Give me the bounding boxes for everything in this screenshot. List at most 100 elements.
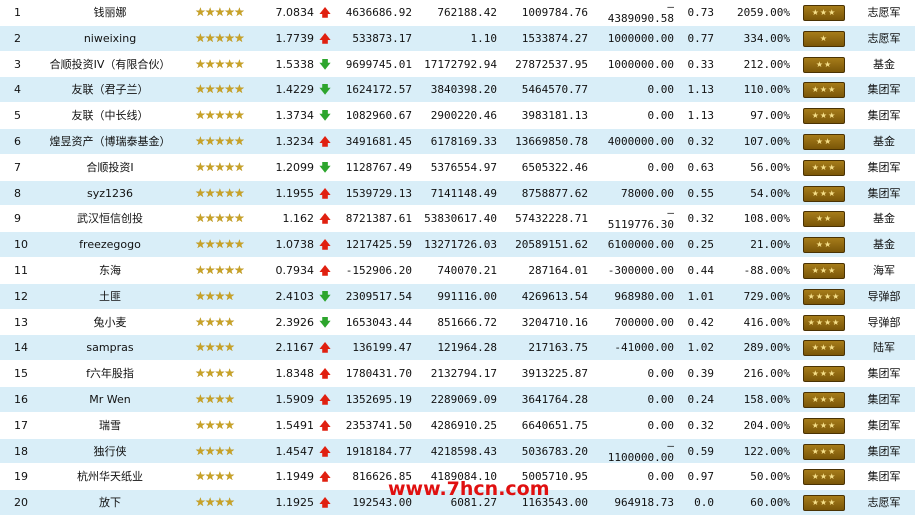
value-cell: 1163543.00: [521, 496, 588, 510]
score-cell: 1.7739: [275, 31, 315, 45]
rating-stars: ★★★★★: [195, 159, 245, 174]
table-row[interactable]: 5 友联（中长线） ★★★★★ 1.3734 🡇 1082960.67 2900220.46…: [0, 103, 915, 129]
value-cell: 1000000.00: [607, 57, 674, 71]
table-row[interactable]: 6 煌昱资产（博瑞泰基金） ★★★★★ 1.3234 🡅 3491681.45 617816…: [0, 128, 915, 155]
value-cell: 700000.00: [614, 315, 674, 329]
badge-stars-icon: ★★★: [803, 82, 845, 99]
value-cell: 1653043.44: [345, 315, 412, 329]
badge-stars-icon: ★★★: [803, 159, 845, 176]
ratio-cell: 1.01: [687, 289, 715, 303]
name-link[interactable]: niweixing: [30, 26, 190, 52]
name-link[interactable]: sampras: [30, 335, 190, 361]
value-cell: 0.00: [647, 83, 675, 97]
value-cell: -300000.00: [607, 263, 674, 277]
value-cell: 533873.17: [352, 31, 412, 45]
score-cell: 1.1949: [275, 470, 315, 484]
table-row[interactable]: 20 放下 ★★★★ 1.1925 🡅 192543.00 6081.27 1163543.0…: [0, 490, 915, 516]
type-cell: 集团军: [867, 367, 901, 381]
name-link[interactable]: 友联（中长线）: [30, 103, 190, 129]
table-row[interactable]: 3 合顺投资IV（有限合伙） ★★★★★ 1.5338 🡇 9699745.01 17172…: [0, 51, 915, 78]
value-cell: 5376554.97: [430, 160, 497, 174]
name-link[interactable]: 瑞雪: [30, 413, 190, 439]
arrow-down-icon: 🡇: [319, 109, 331, 123]
percent-cell: 107.00%: [743, 134, 790, 148]
type-cell: 集团军: [867, 444, 901, 458]
value-cell: 20589151.62: [515, 238, 588, 252]
rank-badge: ★★★: [803, 413, 847, 439]
type-cell: 导弹部: [867, 315, 901, 329]
value-cell: 0.00: [647, 160, 675, 174]
table-row[interactable]: 13 兔小麦 ★★★★ 2.3926 🡇 1653043.44 851666.72 32047…: [0, 309, 915, 336]
name-link[interactable]: Mr Wen: [30, 387, 190, 413]
percent-cell: 122.00%: [743, 444, 790, 458]
value-cell: 2289069.09: [430, 392, 497, 406]
percent-cell: 21.00%: [750, 238, 790, 252]
arrow-up-icon: 🡅: [319, 212, 331, 226]
ratio-cell: 0.55: [687, 186, 715, 200]
badge-stars-icon: ★★★: [803, 108, 845, 125]
value-cell: 8721387.61: [345, 212, 412, 226]
rank-badge: ★★★★: [803, 310, 847, 336]
value-cell: 2353741.50: [345, 418, 412, 432]
value-cell: 3491681.45: [345, 134, 412, 148]
ratio-cell: 0.42: [687, 315, 715, 329]
table-row[interactable]: 18 独行侠 ★★★★ 1.4547 🡅 1918184.77 4218598.43 5036…: [0, 438, 915, 465]
type-cell: 志愿军: [867, 496, 901, 510]
rating-stars: ★★★★★: [195, 5, 245, 19]
rating-stars: ★★★★★: [195, 185, 245, 200]
name-link[interactable]: 独行侠: [30, 439, 190, 465]
name-link[interactable]: freezegogo: [30, 232, 190, 258]
ratio-cell: 1.13: [687, 83, 715, 97]
ratio-cell: 1.13: [687, 109, 715, 123]
rank-badge: ★★★: [803, 103, 847, 129]
table-row[interactable]: 4 友联（君子兰） ★★★★★ 1.4229 🡇 1624172.57 3840398.20…: [0, 77, 915, 104]
value-cell: 287164.01: [528, 263, 588, 277]
percent-cell: 416.00%: [743, 315, 790, 329]
value-cell: 740070.21: [437, 263, 497, 277]
name-link[interactable]: 合顺投资IV（有限合伙）: [30, 52, 190, 78]
score-cell: 1.5909: [275, 392, 315, 406]
value-cell: 0.00: [647, 367, 675, 381]
type-cell: 志愿军: [867, 6, 901, 19]
table-row[interactable]: 11 东海 ★★★★★ 0.7934 🡅 -152906.20 740070.21 28716…: [0, 257, 915, 284]
name-link[interactable]: f六年股指: [30, 361, 190, 387]
name-link[interactable]: 杭州华天纸业: [30, 464, 190, 490]
score-cell: 1.5338: [275, 57, 315, 71]
rating-stars: ★★★★: [195, 417, 235, 432]
value-cell: 4000000.00: [607, 134, 674, 148]
name-link[interactable]: 煌昱资产（博瑞泰基金）: [30, 129, 190, 155]
name-link[interactable]: 合顺投资I: [30, 155, 190, 181]
table-row[interactable]: 12 土匪 ★★★★ 2.4103 🡇 2309517.54 991116.00 426961…: [0, 283, 915, 310]
name-link[interactable]: 武汉恒信创投: [30, 206, 190, 232]
table-row[interactable]: 14 sampras ★★★★ 2.1167 🡅 136199.47 121964.28 21…: [0, 335, 915, 362]
rank-badge: ★★★: [803, 335, 847, 361]
table-row[interactable]: 19 杭州华天纸业 ★★★★ 1.1949 🡅 816626.85 4189084.10 50…: [0, 464, 915, 491]
table-row[interactable]: 8 syz1236 ★★★★★ 1.1955 🡅 1539729.13 7141148.49…: [0, 180, 915, 207]
value-cell: 5464570.77: [521, 83, 588, 97]
table-row[interactable]: 9 武汉恒信创投 ★★★★★ 1.162 🡅 8721387.61 53830617.40 5…: [0, 206, 915, 233]
percent-cell: 2059.00%: [737, 6, 790, 19]
name-link[interactable]: 东海: [30, 258, 190, 284]
rating-stars: ★★★★: [195, 391, 235, 406]
value-cell: 3983181.13: [521, 109, 588, 123]
table-row[interactable]: 2 niweixing ★★★★★ 1.7739 🡅 533873.17 1.10 15338…: [0, 25, 915, 52]
name-link[interactable]: 放下: [30, 490, 190, 516]
name-link[interactable]: 土匪: [30, 284, 190, 310]
name-link[interactable]: 钱丽娜: [30, 0, 190, 26]
table-row[interactable]: 1 钱丽娜 ★★★★★ 7.0834 🡅 4636686.92 762188.42 10097…: [0, 0, 915, 26]
name-link[interactable]: 兔小麦: [30, 310, 190, 336]
value-cell: 136199.47: [352, 341, 412, 355]
table-row[interactable]: 10 freezegogo ★★★★★ 1.0738 🡅 1217425.59 132717…: [0, 232, 915, 258]
table-row[interactable]: 16 Mr Wen ★★★★ 1.5909 🡅 1352695.19 2289069.09 3…: [0, 386, 915, 413]
name-link[interactable]: syz1236: [30, 181, 190, 207]
rank-badge: ★★★: [803, 439, 847, 465]
badge-stars-icon: ★★: [803, 211, 845, 228]
name-link[interactable]: 友联（君子兰）: [30, 77, 190, 103]
table-row[interactable]: 7 合顺投资I ★★★★★ 1.2099 🡇 1128767.49 5376554.97 65…: [0, 154, 915, 181]
type-cell: 集团军: [867, 418, 901, 432]
table-row[interactable]: 15 f六年股指 ★★★★ 1.8348 🡅 1780431.70 2132794.17 39…: [0, 361, 915, 387]
table-row[interactable]: 17 瑞雪 ★★★★ 1.5491 🡅 2353741.50 4286910.25 66406…: [0, 412, 915, 439]
rank-badge: ★★: [803, 206, 847, 232]
value-cell: 6178169.33: [430, 134, 497, 148]
value-cell: 217163.75: [528, 341, 588, 355]
